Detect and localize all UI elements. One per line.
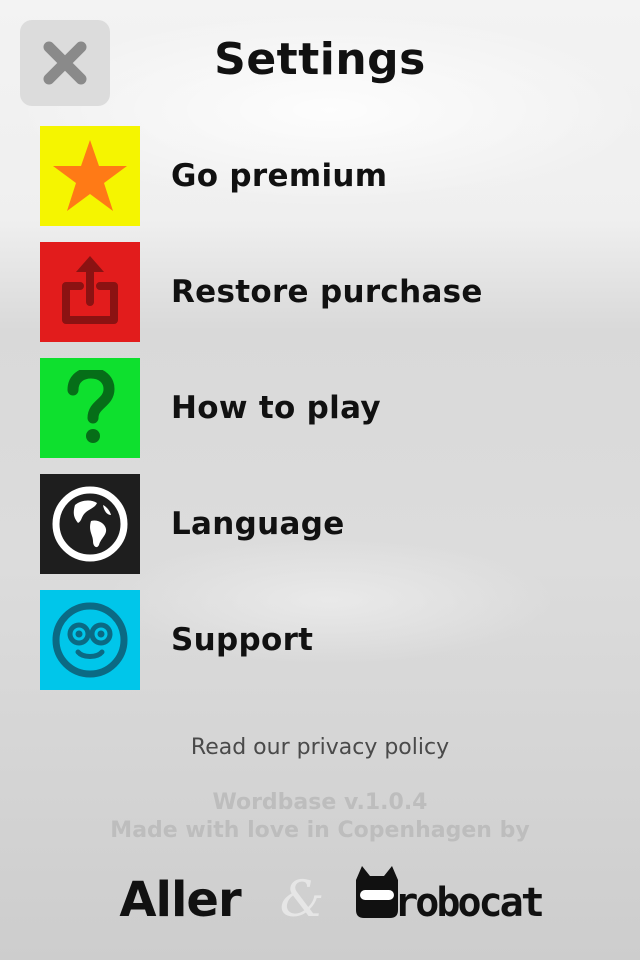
robocat-cat-icon (356, 866, 398, 918)
menu-item-support[interactable]: Support (40, 590, 600, 690)
premium-tile (40, 126, 140, 226)
share-icon (62, 256, 118, 324)
menu-item-restore-purchase[interactable]: Restore purchase (40, 242, 600, 342)
settings-menu: Go premium Restore purchase How to play (40, 126, 600, 706)
robocat-logo: robocat (394, 880, 542, 926)
menu-item-label: How to play (171, 390, 381, 426)
support-tile (40, 590, 140, 690)
aller-logo: Aller (119, 872, 242, 928)
credits: Wordbase v.1.0.4 Made with love in Copen… (0, 789, 640, 845)
partner-logos: Aller & robocat (119, 866, 545, 928)
menu-item-label: Language (171, 506, 345, 542)
menu-item-label: Restore purchase (171, 274, 483, 310)
star-icon (53, 140, 127, 211)
menu-item-label: Go premium (171, 158, 388, 194)
ampersand-text: & (280, 870, 325, 928)
smiley-glasses-icon (52, 602, 128, 678)
menu-item-label: Support (171, 622, 314, 658)
privacy-policy-link[interactable]: Read our privacy policy (0, 735, 640, 760)
version-text: Wordbase v.1.0.4 (212, 790, 428, 815)
restore-tile (40, 242, 140, 342)
menu-item-language[interactable]: Language (40, 474, 600, 574)
page-title: Settings (214, 34, 426, 85)
language-tile (40, 474, 140, 574)
menu-item-how-to-play[interactable]: How to play (40, 358, 600, 458)
how-to-play-tile (40, 358, 140, 458)
globe-icon (52, 486, 128, 562)
menu-item-go-premium[interactable]: Go premium (40, 126, 600, 226)
made-with-love-text: Made with love in Copenhagen by (110, 818, 530, 843)
question-icon (67, 370, 115, 443)
